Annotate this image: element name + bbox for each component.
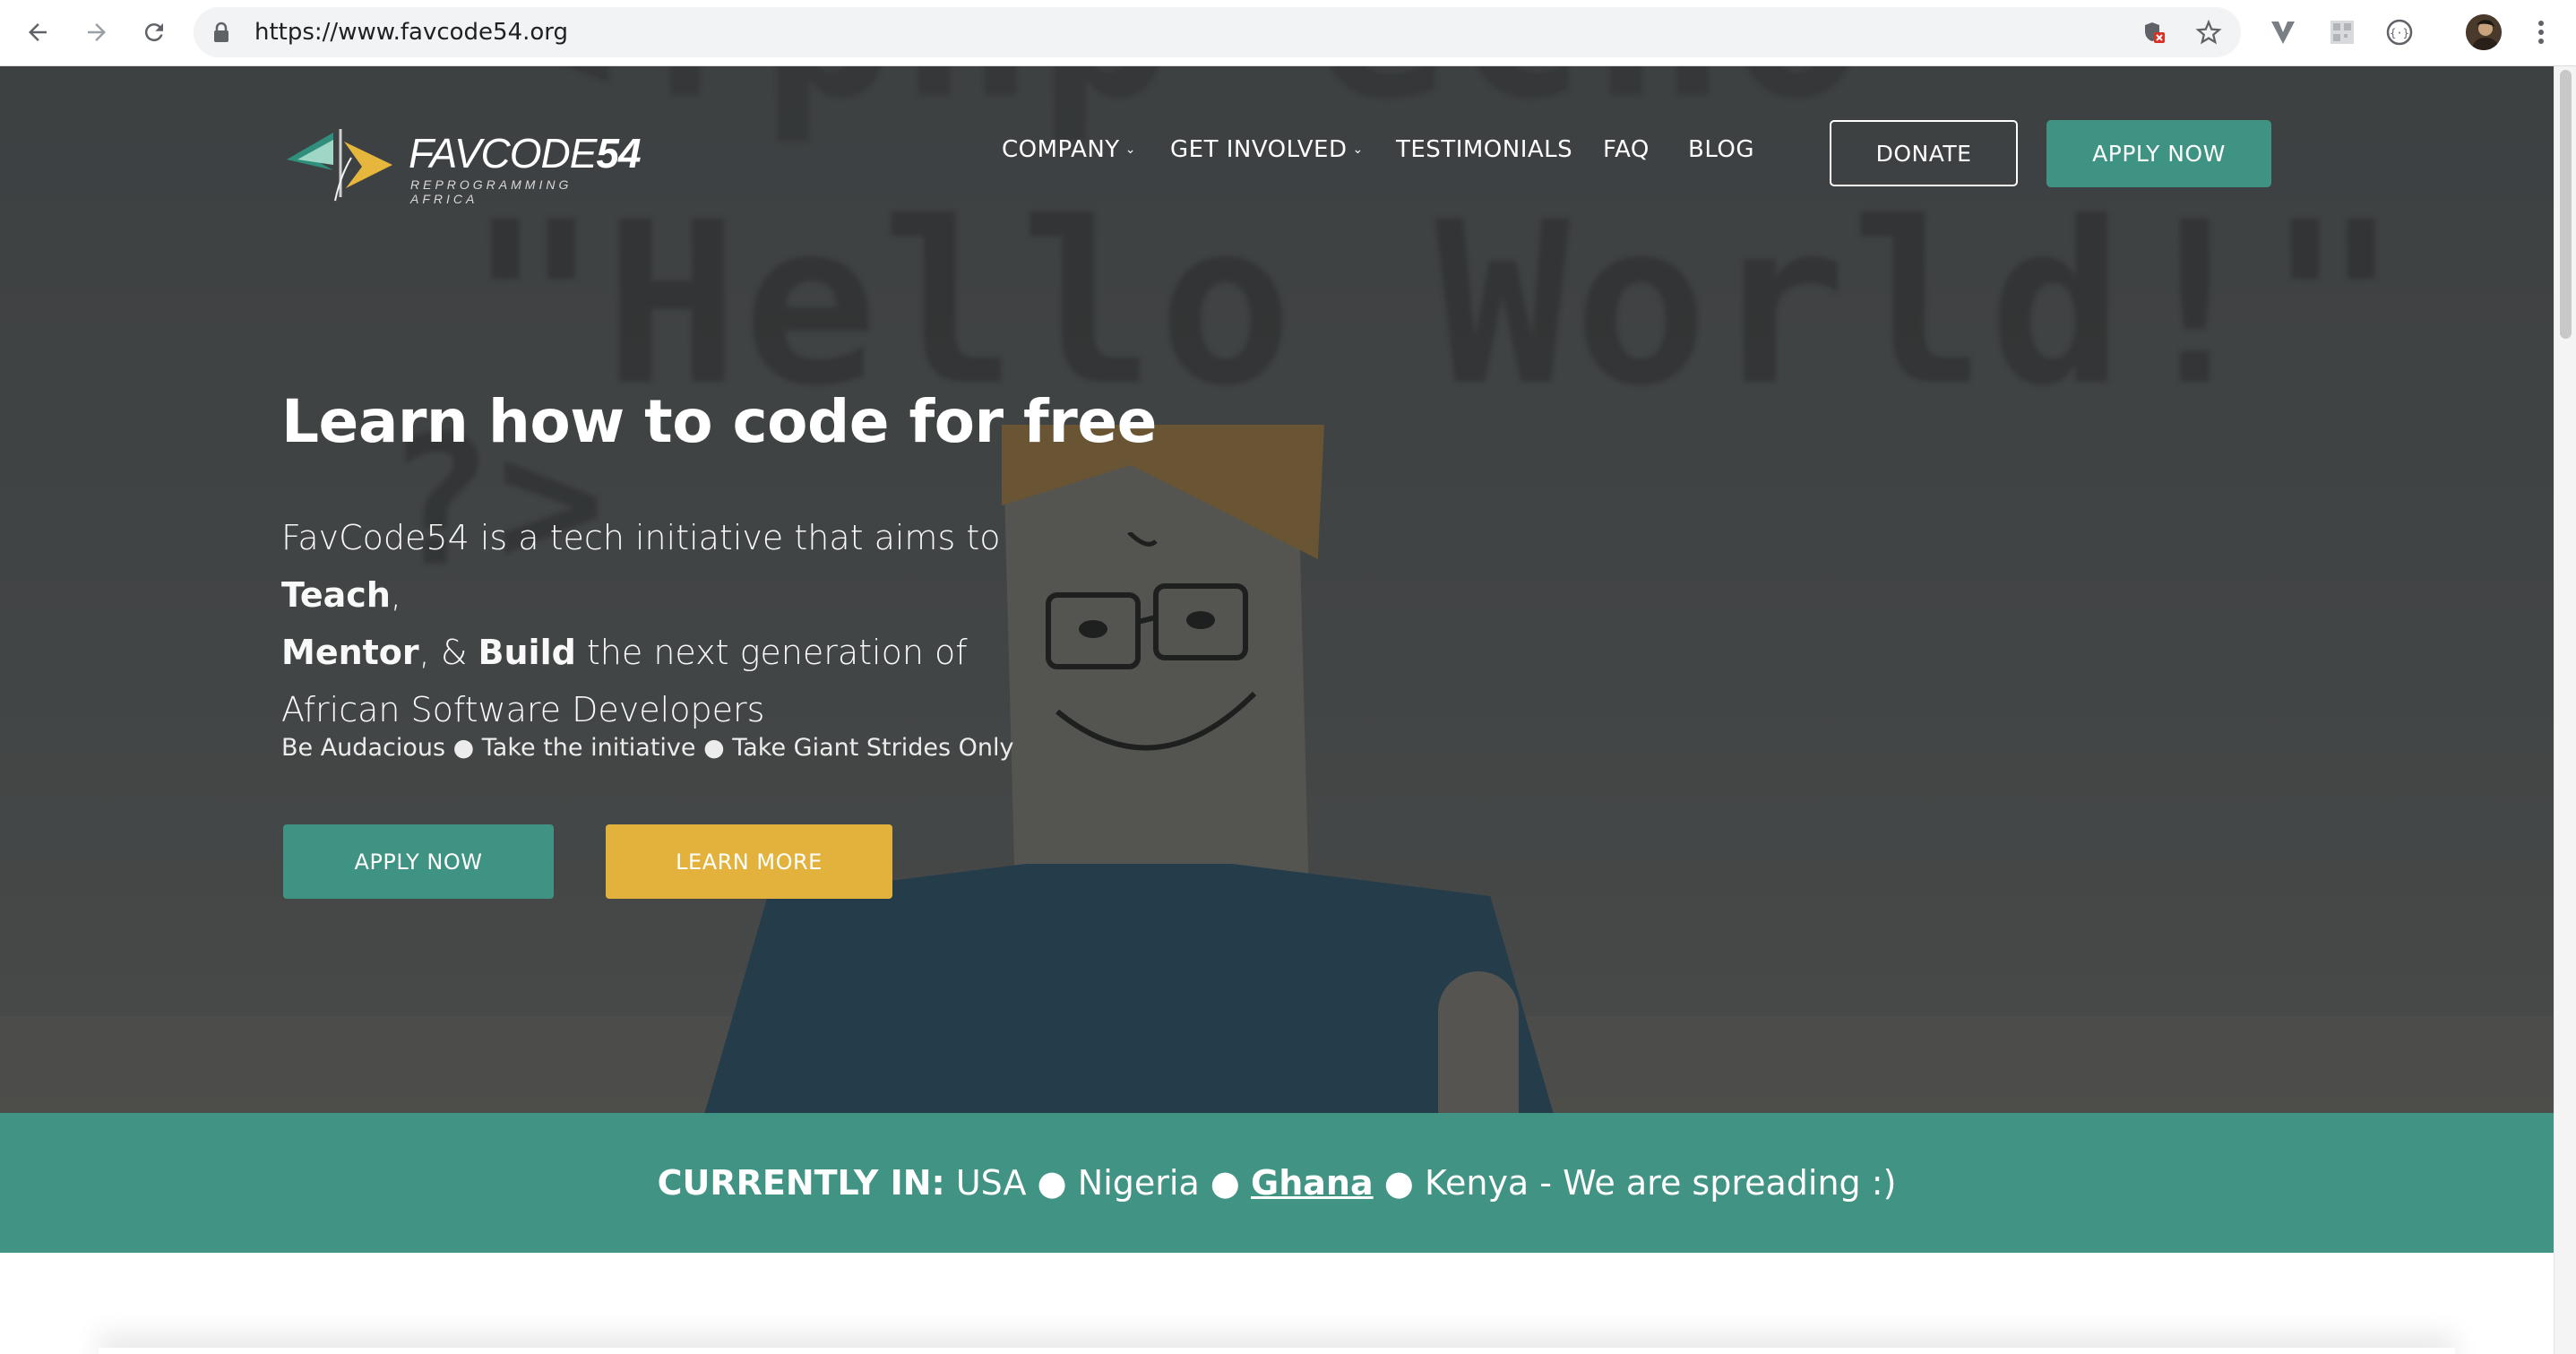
scrollbar-thumb[interactable]	[2560, 70, 2572, 339]
hero-title: Learn how to code for free	[281, 387, 1157, 456]
locations-text: CURRENTLY IN: USA ● Nigeria ● Ghana ● Ke…	[657, 1163, 1897, 1203]
ghana-link[interactable]: Ghana	[1251, 1163, 1374, 1203]
page-scrollbar[interactable]	[2554, 66, 2576, 1354]
nav-get-involved[interactable]: GET INVOLVED ⌄	[1170, 136, 1364, 163]
favcode54-logo[interactable]: FAVCODE54 REPROGRAMMING AFRICA	[281, 122, 642, 206]
hero-description: FavCode54 is a tech initiative that aims…	[281, 518, 1001, 729]
chevron-down-icon: ⌄	[1124, 142, 1136, 157]
locations-label: CURRENTLY IN:	[657, 1163, 945, 1203]
lock-icon	[213, 22, 229, 47]
address-bar[interactable]: https://www.favcode54.org	[194, 7, 2241, 57]
browser-toolbar: https://www.favcode54.org {·}	[0, 0, 2576, 66]
logo-mark-icon	[287, 129, 392, 202]
profile-avatar[interactable]	[2466, 14, 2502, 50]
url-text[interactable]: https://www.favcode54.org	[254, 19, 568, 46]
code-extension-icon[interactable]: {·}	[2383, 16, 2416, 48]
logo-wordmark: FAVCODE54	[409, 130, 642, 177]
vivaldi-extension-icon[interactable]	[2267, 16, 2299, 48]
nav-testimonials[interactable]: TESTIMONIALS	[1396, 136, 1572, 163]
nav-faq[interactable]: FAQ	[1603, 136, 1650, 163]
nav-company[interactable]: COMPANY ⌄	[1002, 136, 1136, 163]
next-section	[0, 1253, 2554, 1354]
back-arrow-icon[interactable]	[18, 13, 57, 52]
logo-tagline: REPROGRAMMING AFRICA	[410, 177, 573, 206]
page-viewport: <?php echo "Hello World!" ?>	[0, 66, 2554, 1354]
nav-blog[interactable]: BLOG	[1688, 136, 1754, 163]
qr-extension-icon[interactable]	[2326, 16, 2358, 48]
hero-tagline: Be Audacious ● Take the initiative ● Tak…	[281, 734, 1014, 762]
svg-text:{·}: {·}	[2390, 27, 2409, 39]
bookmark-star-icon[interactable]	[2194, 18, 2223, 47]
menu-dots-icon[interactable]	[2525, 16, 2557, 48]
locations-banner: CURRENTLY IN: USA ● Nigeria ● Ghana ● Ke…	[0, 1113, 2554, 1253]
header-apply-now-button[interactable]: APPLY NOW	[2046, 120, 2271, 187]
blocked-content-icon[interactable]	[2140, 18, 2168, 47]
card-shadow	[99, 1348, 2455, 1354]
hero-section: <?php echo "Hello World!" ?>	[0, 66, 2554, 1113]
reload-icon[interactable]	[134, 13, 174, 52]
chevron-down-icon: ⌄	[1352, 142, 1364, 157]
forward-arrow-icon[interactable]	[77, 13, 116, 52]
hero-apply-now-button[interactable]: APPLY NOW	[283, 824, 554, 899]
donate-button[interactable]: DONATE	[1830, 120, 2018, 186]
learn-more-button[interactable]: LEARN MORE	[606, 824, 892, 899]
